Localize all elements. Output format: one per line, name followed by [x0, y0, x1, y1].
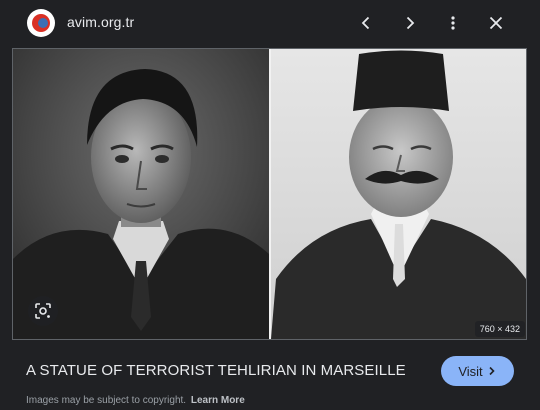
- google-lens-button[interactable]: [28, 296, 58, 326]
- portrait-photo-left: [13, 49, 269, 339]
- visit-button-label: Visit: [458, 363, 483, 379]
- chevron-right-icon: [406, 16, 415, 30]
- image-preview[interactable]: 760 × 432: [12, 48, 527, 340]
- image-title[interactable]: A STATUE OF TERRORIST TEHLIRIAN IN MARSE…: [26, 362, 406, 379]
- learn-more-link[interactable]: Learn More: [191, 395, 245, 406]
- disclaimer-text: Images may be subject to copyright.: [26, 395, 187, 406]
- image-dimensions-badge: 760 × 432: [474, 321, 525, 337]
- portrait-photo-right: [271, 49, 526, 339]
- chevron-left-icon: [361, 16, 370, 30]
- close-button[interactable]: [482, 9, 510, 37]
- more-vert-icon: [451, 16, 455, 30]
- site-domain[interactable]: avim.org.tr: [67, 14, 134, 30]
- visit-button[interactable]: Visit: [441, 356, 514, 386]
- chevron-right-icon: [489, 366, 495, 376]
- next-button[interactable]: [396, 9, 424, 37]
- google-lens-icon: [35, 303, 51, 319]
- close-icon: [489, 16, 503, 30]
- previous-button[interactable]: [352, 9, 380, 37]
- more-options-button[interactable]: [439, 9, 467, 37]
- viewer-header: avim.org.tr: [0, 0, 540, 46]
- copyright-disclaimer: Images may be subject to copyright. Lear…: [26, 395, 245, 406]
- site-favicon-icon[interactable]: [27, 9, 55, 37]
